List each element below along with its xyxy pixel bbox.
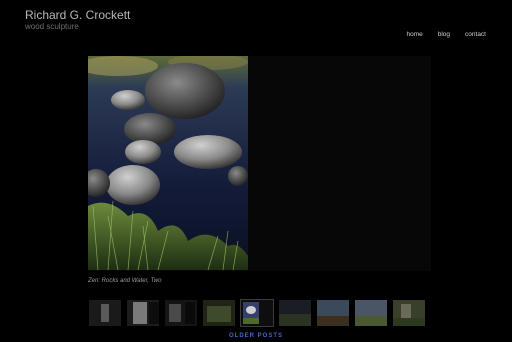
sculpture-thumbnail-icon [127,300,159,326]
older-posts-link[interactable]: OLDER POSTS [0,333,512,339]
thumbnail-2[interactable] [127,300,159,326]
nav-home-link[interactable]: home [406,31,422,38]
thumbnail-strip [89,299,425,327]
thumbnail-4[interactable] [203,300,235,326]
thumbnail-7[interactable] [317,300,349,326]
nav-contact-link[interactable]: contact [465,31,486,38]
photo-caption: Zen: Rocks and Water, Two [88,278,162,284]
rocks-water-thumbnail-icon [241,300,273,326]
sculpture-thumbnail-icon [165,300,197,326]
thumbnail-8[interactable] [355,300,387,326]
landscape-thumbnail-icon [393,300,425,326]
thumbnail-3[interactable] [165,300,197,326]
thumbnail-9[interactable] [393,300,425,326]
thumbnail-1[interactable] [89,300,121,326]
thumbnail-6[interactable] [279,300,311,326]
page: Richard G. Crockett wood sculpture home … [0,0,512,342]
landscape-thumbnail-icon [279,300,311,326]
landscape-thumbnail-icon [355,300,387,326]
thumbnail-5-selected[interactable] [240,299,274,327]
nav-blog-link[interactable]: blog [438,31,450,38]
main-nav: home blog contact [406,31,486,38]
rocks-water-photo [88,56,248,270]
sculpture-thumbnail-icon [89,300,121,326]
main-photo[interactable] [88,56,248,270]
site-subtitle: wood sculpture [25,22,79,31]
garden-thumbnail-icon [203,300,235,326]
landscape-thumbnail-icon [317,300,349,326]
site-title[interactable]: Richard G. Crockett [25,8,130,22]
